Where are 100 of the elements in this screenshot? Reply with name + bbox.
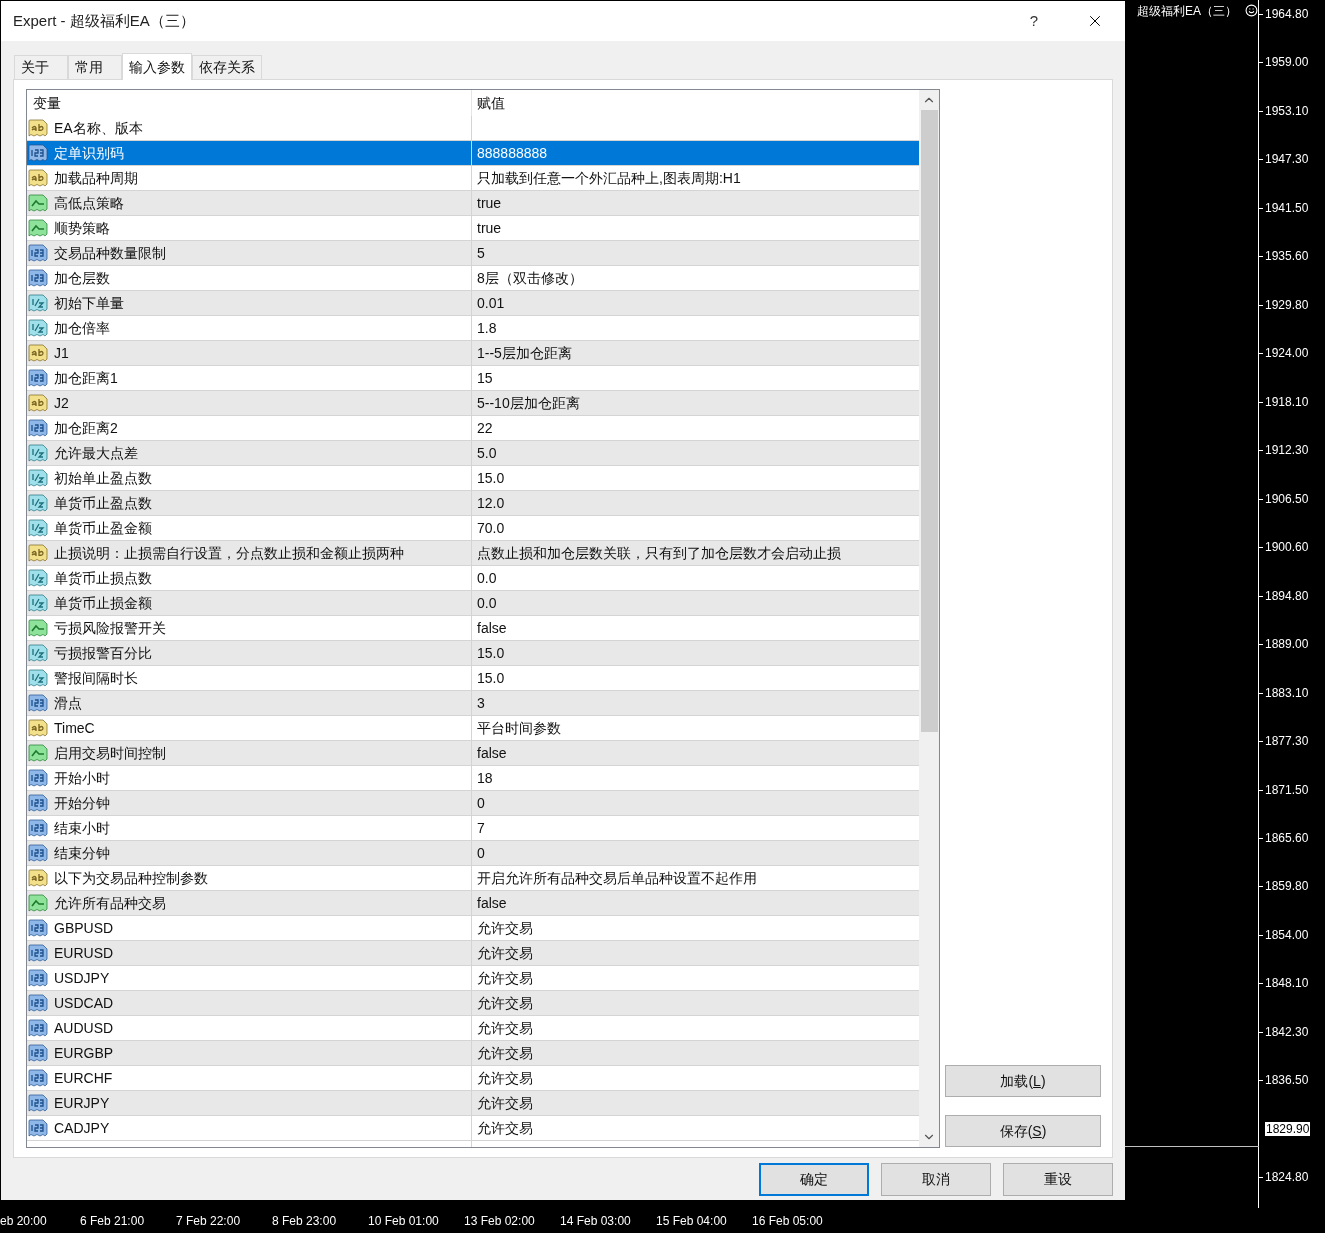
type-icon <box>28 319 48 337</box>
table-row[interactable]: 允许所有品种交易 false <box>27 891 919 916</box>
side-button[interactable]: 保存(S) <box>945 1115 1101 1148</box>
type-icon <box>28 1019 48 1037</box>
parameter-value: 允许交易 <box>477 1043 533 1063</box>
parameter-value: 允许交易 <box>477 1068 533 1088</box>
parameter-value: 7 <box>477 818 485 838</box>
tab[interactable]: 关于 <box>14 55 68 79</box>
type-icon <box>28 244 48 262</box>
parameter-value: 18 <box>477 768 493 788</box>
parameter-name: 交易品种数量限制 <box>54 243 166 263</box>
tab[interactable]: 常用 <box>68 55 122 79</box>
side-button[interactable]: 加载(L) <box>945 1065 1101 1098</box>
type-icon <box>28 394 48 412</box>
table-row[interactable]: 交易品种数量限制 5 <box>27 241 919 266</box>
tab[interactable]: 依存关系 <box>192 55 262 79</box>
parameter-value: 允许交易 <box>477 1093 533 1113</box>
table-row[interactable]: 加仓距离2 22 <box>27 416 919 441</box>
table-row[interactable]: 开始分钟 0 <box>27 791 919 816</box>
parameter-value: 15.0 <box>477 468 505 488</box>
type-icon <box>28 219 48 237</box>
parameter-value: 0 <box>477 793 485 813</box>
type-icon <box>28 819 48 837</box>
table-row[interactable]: 警报间隔时长 15.0 <box>27 666 919 691</box>
table-row[interactable]: 亏损风险报警开关 false <box>27 616 919 641</box>
price-label: 1953.10 <box>1265 102 1309 120</box>
table-row[interactable]: USDCAD 允许交易 <box>27 991 919 1016</box>
table-row[interactable]: 开始小时 18 <box>27 766 919 791</box>
scroll-thumb[interactable] <box>920 110 938 732</box>
price-label: 1865.60 <box>1265 829 1309 847</box>
price-label: 1947.30 <box>1265 151 1309 169</box>
table-row[interactable]: 单货币止损点数 0.0 <box>27 566 919 591</box>
table-row[interactable]: CADJPY 允许交易 <box>27 1116 919 1141</box>
parameter-value: 允许交易 <box>477 1018 533 1038</box>
parameter-name: 初始单止盈点数 <box>54 468 152 488</box>
table-row[interactable]: EURUSD 允许交易 <box>27 941 919 966</box>
tab[interactable]: 输入参数 <box>122 53 192 80</box>
help-button[interactable]: ? <box>1019 9 1049 33</box>
dialog-button[interactable]: 取消 <box>881 1162 991 1196</box>
table-row[interactable]: 单货币止盈点数 12.0 <box>27 491 919 516</box>
parameter-name: 以下为交易品种控制参数 <box>54 868 208 888</box>
table-row[interactable]: 高低点策略 true <box>27 191 919 216</box>
parameter-value: 允许交易 <box>477 918 533 938</box>
parameter-value: 5.0 <box>477 443 497 463</box>
parameter-name: 单货币止盈金额 <box>54 518 152 538</box>
time-label: eb 20:00 <box>0 1212 48 1230</box>
dialog-button[interactable]: 确定 <box>759 1162 869 1196</box>
table-row[interactable]: EURJPY 允许交易 <box>27 1091 919 1116</box>
parameter-value: 0.0 <box>477 593 497 613</box>
price-label: 1854.00 <box>1265 926 1309 944</box>
table-row[interactable]: 加载品种周期 只加载到任意一个外汇品种上,图表周期:H1 <box>27 166 919 191</box>
parameter-value: false <box>477 618 507 638</box>
parameter-value: 12.0 <box>477 493 505 513</box>
type-icon <box>28 1094 48 1112</box>
parameter-value: 平台时间参数 <box>477 718 561 738</box>
parameter-name: 止损说明：止损需自行设置，分点数止损和金额止损两种 <box>54 543 404 563</box>
table-row[interactable]: 初始下单量 0.01 <box>27 291 919 316</box>
table-row[interactable]: 允许最大点差 5.0 <box>27 441 919 466</box>
parameter-name: CADJPY <box>54 1118 110 1138</box>
parameter-value: true <box>477 193 502 213</box>
parameter-name: 单货币止盈点数 <box>54 493 152 513</box>
table-row[interactable]: GBPUSD 允许交易 <box>27 916 919 941</box>
table-row[interactable]: 结束小时 7 <box>27 816 919 841</box>
table-row[interactable]: 加仓距离1 15 <box>27 366 919 391</box>
parameter-name: TimeC <box>54 718 95 738</box>
table-row[interactable]: 初始单止盈点数 15.0 <box>27 466 919 491</box>
table-row[interactable]: 加仓层数 8层（双击修改） <box>27 266 919 291</box>
price-label: 1935.60 <box>1265 248 1309 266</box>
table-row[interactable]: 单货币止损金额 0.0 <box>27 591 919 616</box>
parameter-value: 0 <box>477 843 485 863</box>
table-row[interactable]: 顺势策略 true <box>27 216 919 241</box>
type-icon <box>28 169 48 187</box>
table-row[interactable]: 以下为交易品种控制参数 开启允许所有品种交易后单品种设置不起作用 <box>27 866 919 891</box>
price-label: 1959.00 <box>1265 54 1309 72</box>
parameter-name: 加仓距离1 <box>54 368 118 388</box>
table-row[interactable]: 启用交易时间控制 false <box>27 741 919 766</box>
parameter-value: 888888888 <box>477 143 548 163</box>
table-row[interactable]: EA名称、版本 <box>27 116 919 141</box>
dialog-button[interactable]: 重设 <box>1003 1162 1113 1196</box>
table-row[interactable]: TimeC 平台时间参数 <box>27 716 919 741</box>
table-row[interactable]: 定单识别码 888888888 <box>27 141 919 166</box>
table-row[interactable]: 滑点 3 <box>27 691 919 716</box>
table-row[interactable]: 止损说明：止损需自行设置，分点数止损和金额止损两种 点数止损和加仓层数关联，只有到了加仓层数才会启动止损 <box>27 541 919 566</box>
table-row[interactable]: USDJPY 允许交易 <box>27 966 919 991</box>
column-header[interactable]: 赋值 <box>472 90 919 116</box>
table-row[interactable]: EURGBP 允许交易 <box>27 1041 919 1066</box>
parameter-value: 允许交易 <box>477 968 533 988</box>
current-price-label: 1829.90 <box>1264 1120 1312 1137</box>
table-row[interactable]: AUDUSD 允许交易 <box>27 1016 919 1041</box>
table-row[interactable]: J1 1--5层加仓距离 <box>27 341 919 366</box>
table-row[interactable]: 加仓倍率 1.8 <box>27 316 919 341</box>
scrollbar[interactable] <box>919 90 939 1147</box>
type-icon <box>28 369 48 387</box>
table-row[interactable]: J2 5--10层加仓距离 <box>27 391 919 416</box>
table-row[interactable]: EURCHF 允许交易 <box>27 1066 919 1091</box>
parameter-value: 5--10层加仓距离 <box>477 393 580 413</box>
parameter-name: 定单识别码 <box>54 143 124 163</box>
table-row[interactable]: 单货币止盈金额 70.0 <box>27 516 919 541</box>
table-row[interactable]: 亏损报警百分比 15.0 <box>27 641 919 666</box>
table-row[interactable]: 结束分钟 0 <box>27 841 919 866</box>
